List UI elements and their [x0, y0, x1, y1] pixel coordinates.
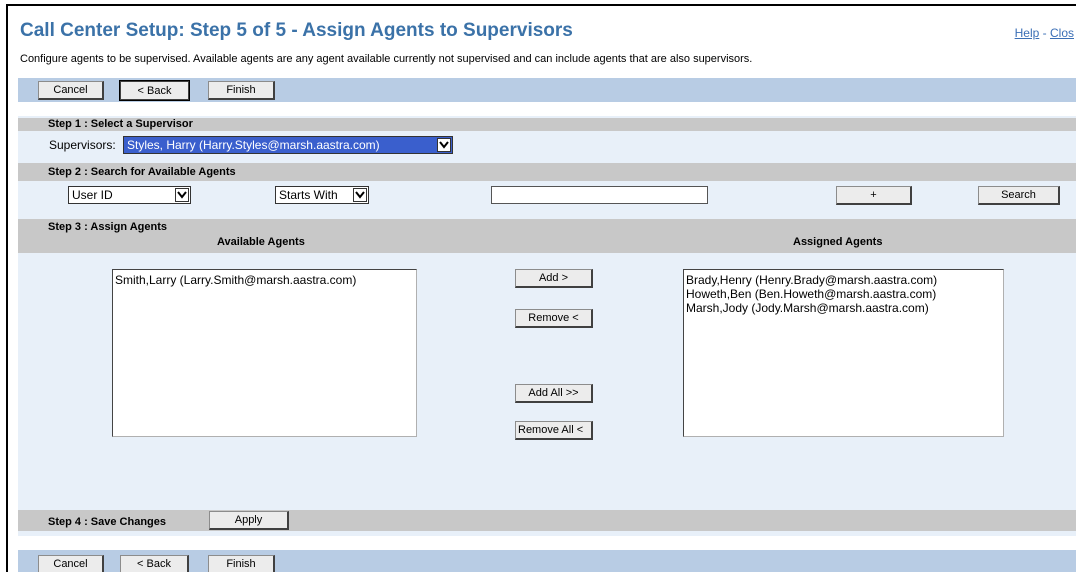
assigned-agents-heading: Assigned Agents [793, 236, 883, 248]
supervisor-select[interactable]: Styles, Harry (Harry.Styles@marsh.aastra… [123, 136, 453, 154]
chevron-down-icon [353, 188, 367, 202]
add-all-button[interactable]: Add All >> [515, 384, 593, 403]
help-links: Help - Clos [1015, 26, 1074, 40]
plus-button[interactable]: + [836, 186, 912, 205]
close-link[interactable]: Clos [1050, 26, 1074, 40]
remove-all-button[interactable]: Remove All < [515, 421, 593, 440]
remove-button[interactable]: Remove < [515, 309, 593, 328]
back-button-bottom[interactable]: < Back [120, 555, 189, 572]
list-item[interactable]: Smith,Larry (Larry.Smith@marsh.aastra.co… [115, 273, 414, 287]
step4-header: Step 4 : Save Changes [48, 516, 166, 528]
apply-button[interactable]: Apply [209, 511, 289, 530]
assigned-agents-options: Brady,Henry (Henry.Brady@marsh.aastra.co… [686, 273, 1001, 315]
back-button-top[interactable]: < Back [119, 80, 190, 101]
finish-button-top[interactable]: Finish [208, 81, 275, 100]
list-item[interactable]: Brady,Henry (Henry.Brady@marsh.aastra.co… [686, 273, 1001, 287]
page-title: Call Center Setup: Step 5 of 5 - Assign … [20, 20, 573, 41]
step3-header: Step 3 : Assign Agents [48, 221, 167, 233]
available-agents-list[interactable]: Smith,Larry (Larry.Smith@marsh.aastra.co… [112, 269, 417, 437]
help-link[interactable]: Help [1015, 26, 1040, 40]
step3-header-band [18, 219, 1076, 253]
step2-header: Step 2 : Search for Available Agents [18, 163, 1076, 181]
match-type-select[interactable]: Starts With [275, 186, 369, 204]
available-agents-heading: Available Agents [217, 236, 305, 248]
page-description: Configure agents to be supervised. Avail… [20, 53, 753, 65]
list-item[interactable]: Marsh,Jody (Jody.Marsh@marsh.aastra.com) [686, 301, 1001, 315]
step1-header: Step 1 : Select a Supervisor [18, 118, 1076, 131]
search-button[interactable]: Search [978, 186, 1060, 205]
cancel-button-top[interactable]: Cancel [38, 81, 104, 100]
link-separator: - [1039, 26, 1050, 40]
search-input[interactable] [491, 186, 708, 204]
search-field-value: User ID [72, 188, 113, 202]
list-item[interactable]: Howeth,Ben (Ben.Howeth@marsh.aastra.com) [686, 287, 1001, 301]
finish-button-bottom[interactable]: Finish [208, 555, 275, 572]
add-button[interactable]: Add > [515, 269, 593, 288]
available-agents-options: Smith,Larry (Larry.Smith@marsh.aastra.co… [115, 273, 414, 287]
chevron-down-icon [175, 188, 189, 202]
bottom-toolbar: Cancel < Back Finish [18, 550, 1076, 572]
chevron-down-icon [437, 138, 451, 152]
top-toolbar: Cancel < Back Finish [18, 78, 1076, 102]
supervisors-label: Supervisors: [49, 138, 116, 152]
assigned-agents-list[interactable]: Brady,Henry (Henry.Brady@marsh.aastra.co… [683, 269, 1004, 437]
cancel-button-bottom[interactable]: Cancel [38, 555, 104, 572]
search-field-select[interactable]: User ID [68, 186, 191, 204]
match-type-value: Starts With [279, 188, 338, 202]
page-frame: Call Center Setup: Step 5 of 5 - Assign … [6, 4, 1076, 572]
supervisor-selected-value: Styles, Harry (Harry.Styles@marsh.aastra… [127, 138, 380, 152]
step4-header-band [18, 510, 1076, 531]
